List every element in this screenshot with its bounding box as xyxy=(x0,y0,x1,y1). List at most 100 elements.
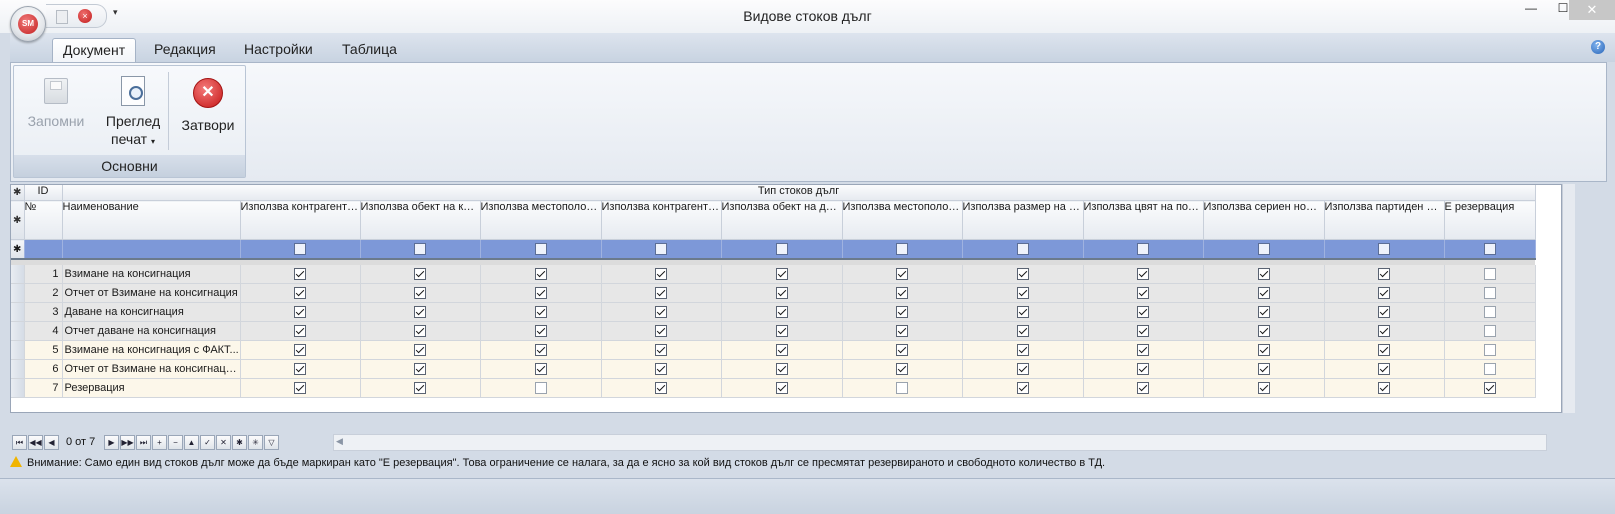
checkbox-cell[interactable] xyxy=(480,283,602,303)
checkbox-checked[interactable] xyxy=(1257,268,1270,281)
checkbox-checked[interactable] xyxy=(534,363,547,376)
checkbox-checked[interactable] xyxy=(1016,363,1029,376)
checkbox-checked[interactable] xyxy=(775,306,788,319)
header-indicator-icon[interactable]: ✱ xyxy=(11,200,25,240)
checkbox-checked[interactable] xyxy=(655,287,667,300)
checkbox-cell[interactable] xyxy=(1083,359,1204,379)
checkbox-cell[interactable] xyxy=(240,283,361,303)
prev-page-icon[interactable]: ◀◀ xyxy=(28,435,43,450)
vertical-scrollbar[interactable] xyxy=(1562,184,1575,413)
checkbox-checked[interactable] xyxy=(896,363,908,376)
checkbox-checked[interactable] xyxy=(414,363,426,376)
checkbox-cell[interactable] xyxy=(240,302,361,322)
checkbox-checked[interactable] xyxy=(294,382,306,395)
checkbox-cell[interactable] xyxy=(1324,302,1445,322)
filter-checkbox[interactable] xyxy=(775,243,788,256)
checkbox-cell[interactable] xyxy=(480,378,602,398)
checkbox-checked[interactable] xyxy=(1378,344,1390,357)
app-menu-button[interactable]: SM xyxy=(10,6,46,42)
checkbox-unchecked[interactable] xyxy=(1483,344,1496,357)
checkbox-checked[interactable] xyxy=(1137,268,1149,281)
end-edit-icon[interactable]: ✓ xyxy=(200,435,215,450)
checkbox-cell[interactable] xyxy=(1444,359,1536,379)
row-name[interactable]: Отчет от Взимане на консигнаци... xyxy=(62,359,241,379)
row-indicator[interactable] xyxy=(11,378,25,398)
checkbox-checked[interactable] xyxy=(1378,363,1390,376)
checkbox-cell[interactable] xyxy=(962,283,1084,303)
checkbox-cell[interactable] xyxy=(360,321,481,341)
checkbox-cell[interactable] xyxy=(240,378,361,398)
checkbox-checked[interactable] xyxy=(655,382,667,395)
checkbox-checked[interactable] xyxy=(534,268,547,281)
filter-cell-num[interactable] xyxy=(24,239,63,259)
row-name[interactable]: Взимане на консигнация xyxy=(62,265,241,284)
remove-icon[interactable]: − xyxy=(168,435,183,450)
checkbox-cell[interactable] xyxy=(1203,302,1325,322)
close-button[interactable]: ✕ Затвори xyxy=(174,66,242,155)
cancel-edit-icon[interactable]: ✕ xyxy=(216,435,231,450)
filter-icon[interactable]: ▽ xyxy=(264,435,279,450)
checkbox-cell[interactable] xyxy=(962,359,1084,379)
checkbox-cell[interactable] xyxy=(842,321,963,341)
checkbox-cell[interactable] xyxy=(1324,283,1445,303)
checkbox-checked[interactable] xyxy=(775,325,788,338)
filter-checkbox[interactable] xyxy=(1137,243,1149,256)
checkbox-cell[interactable] xyxy=(480,359,602,379)
checkbox-cell[interactable] xyxy=(721,321,843,341)
row-number[interactable]: 7 xyxy=(24,378,63,398)
row-indicator[interactable] xyxy=(11,302,25,322)
filter-cell[interactable] xyxy=(1203,239,1325,259)
column-header[interactable]: Използва партиден номер xyxy=(1324,200,1445,240)
checkbox-cell[interactable] xyxy=(601,321,722,341)
checkbox-cell[interactable] xyxy=(842,302,963,322)
append-icon[interactable]: + xyxy=(152,435,167,450)
checkbox-cell[interactable] xyxy=(1203,265,1325,284)
checkbox-checked[interactable] xyxy=(1483,382,1496,395)
checkbox-checked[interactable] xyxy=(1378,382,1390,395)
next-record-icon[interactable]: ▶ xyxy=(104,435,119,450)
filter-cell[interactable] xyxy=(1324,239,1445,259)
filter-cell[interactable] xyxy=(1083,239,1204,259)
column-header[interactable]: Използва местоположение на длъжника xyxy=(842,200,963,240)
checkbox-checked[interactable] xyxy=(775,268,788,281)
checkbox-checked[interactable] xyxy=(1257,344,1270,357)
first-page-icon[interactable]: ⏮ xyxy=(12,435,27,450)
checkbox-checked[interactable] xyxy=(534,344,547,357)
checkbox-checked[interactable] xyxy=(896,306,908,319)
row-number[interactable]: 5 xyxy=(24,340,63,360)
checkbox-checked[interactable] xyxy=(1378,287,1390,300)
checkbox-checked[interactable] xyxy=(775,287,788,300)
checkbox-cell[interactable] xyxy=(360,302,481,322)
column-header[interactable]: № xyxy=(24,200,63,240)
new-record-icon[interactable]: ✱ xyxy=(232,435,247,450)
filter-indicator-icon[interactable]: ✱ xyxy=(11,239,25,259)
column-header[interactable]: Е резервация xyxy=(1444,200,1536,240)
checkbox-cell[interactable] xyxy=(1203,340,1325,360)
column-header[interactable]: Използва сериен номер xyxy=(1203,200,1325,240)
checkbox-checked[interactable] xyxy=(1137,306,1149,319)
checkbox-checked[interactable] xyxy=(294,344,306,357)
checkbox-checked[interactable] xyxy=(294,325,306,338)
filter-checkbox[interactable] xyxy=(534,243,547,256)
checkbox-cell[interactable] xyxy=(721,302,843,322)
checkbox-cell[interactable] xyxy=(1083,302,1204,322)
checkbox-checked[interactable] xyxy=(1257,306,1270,319)
row-name[interactable]: Отчет от Взимане на консигнация xyxy=(62,283,241,303)
checkbox-cell[interactable] xyxy=(601,265,722,284)
checkbox-cell[interactable] xyxy=(1083,340,1204,360)
column-header[interactable]: Използва обект на кредитора xyxy=(360,200,481,240)
checkbox-checked[interactable] xyxy=(534,287,547,300)
table-row[interactable]: 4 Отчет даване на консигнация xyxy=(11,321,1536,341)
checkbox-cell[interactable] xyxy=(480,302,602,322)
checkbox-cell[interactable] xyxy=(1203,378,1325,398)
filter-checkbox[interactable] xyxy=(1257,243,1270,256)
checkbox-checked[interactable] xyxy=(1137,382,1149,395)
checkbox-checked[interactable] xyxy=(775,382,788,395)
filter-checkbox[interactable] xyxy=(1378,243,1390,256)
checkbox-cell[interactable] xyxy=(360,265,481,284)
column-header[interactable]: Използва цвят на позиция xyxy=(1083,200,1204,240)
checkbox-unchecked[interactable] xyxy=(1483,363,1496,376)
checkbox-checked[interactable] xyxy=(655,306,667,319)
checkbox-checked[interactable] xyxy=(1378,306,1390,319)
checkbox-cell[interactable] xyxy=(360,340,481,360)
